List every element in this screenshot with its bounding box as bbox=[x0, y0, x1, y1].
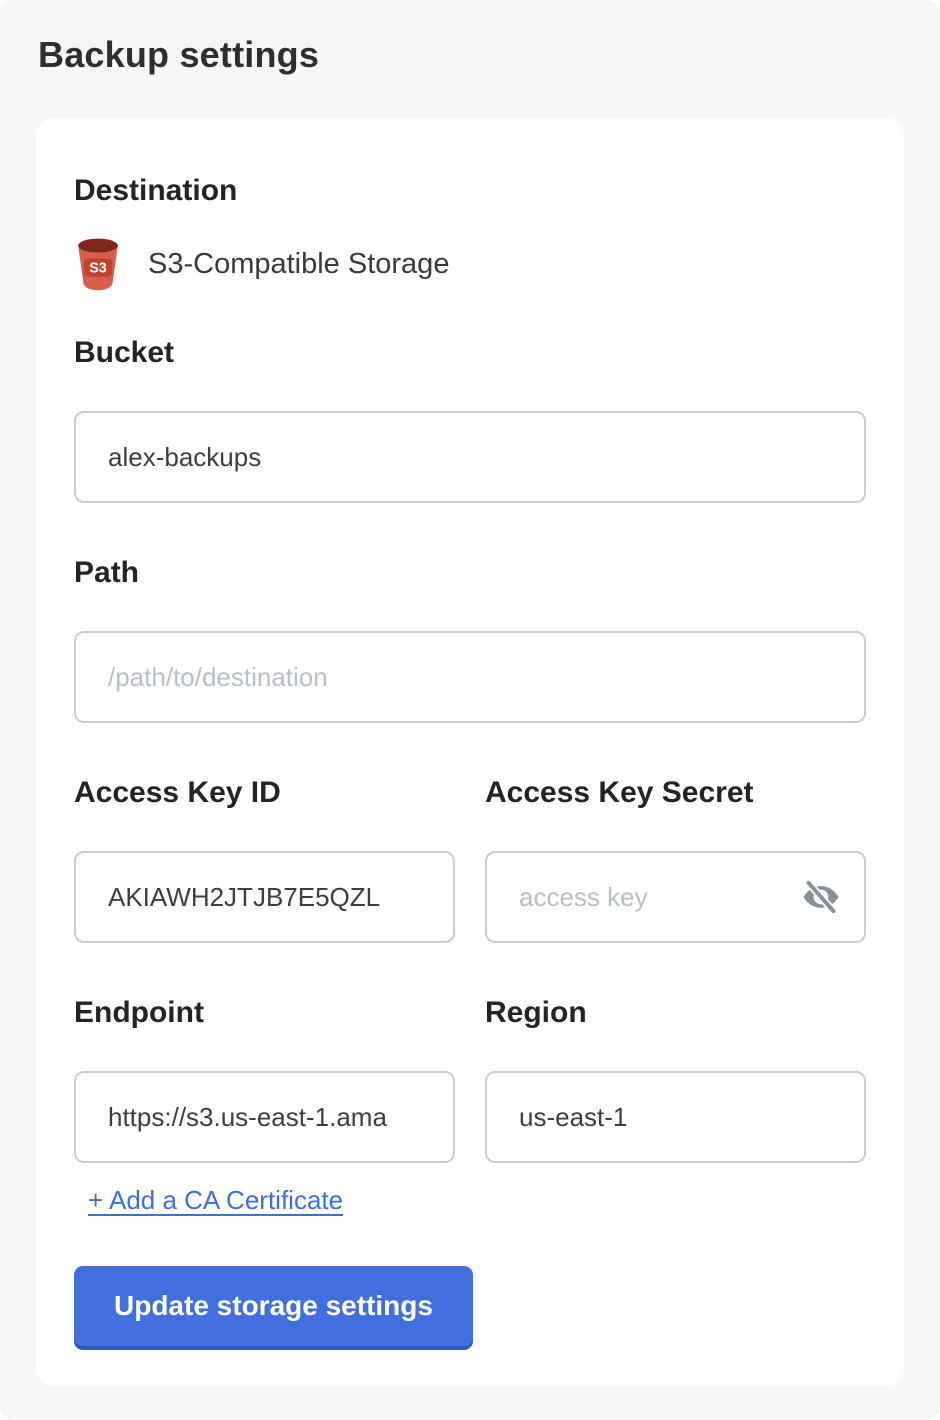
update-storage-settings-button[interactable]: Update storage settings bbox=[74, 1266, 473, 1346]
eye-off-icon[interactable] bbox=[800, 876, 842, 918]
path-group: Path bbox=[74, 555, 866, 723]
path-input[interactable] bbox=[74, 631, 866, 723]
access-key-secret-group: Access Key Secret bbox=[485, 775, 866, 943]
region-input[interactable] bbox=[485, 1071, 866, 1163]
svg-text:S3: S3 bbox=[89, 261, 107, 277]
access-key-secret-wrap bbox=[485, 851, 866, 943]
access-key-id-input[interactable] bbox=[74, 851, 455, 943]
bucket-input[interactable] bbox=[74, 411, 866, 503]
endpoint-group: Endpoint bbox=[74, 995, 455, 1163]
s3-bucket-icon: S3 bbox=[74, 237, 122, 291]
path-label: Path bbox=[74, 555, 866, 591]
access-key-secret-label: Access Key Secret bbox=[485, 775, 866, 811]
add-ca-certificate-link[interactable]: + Add a CA Certificate bbox=[88, 1185, 343, 1216]
endpoint-region-row: Endpoint Region bbox=[74, 995, 866, 1163]
destination-value: S3-Compatible Storage bbox=[148, 248, 449, 281]
access-key-id-group: Access Key ID bbox=[74, 775, 455, 943]
destination-label: Destination bbox=[74, 173, 866, 209]
destination-row: S3 S3-Compatible Storage bbox=[74, 237, 866, 291]
region-label: Region bbox=[485, 995, 866, 1031]
bucket-group: Bucket bbox=[74, 335, 866, 503]
region-group: Region bbox=[485, 995, 866, 1163]
bucket-label: Bucket bbox=[74, 335, 866, 371]
endpoint-input[interactable] bbox=[74, 1071, 455, 1163]
endpoint-label: Endpoint bbox=[74, 995, 455, 1031]
backup-settings-card: Destination S3 S3-Compatible Storage Buc… bbox=[36, 118, 904, 1386]
access-key-row: Access Key ID Access Key Secret bbox=[74, 775, 866, 943]
backup-settings-page: Backup settings Destination S3 S3-Compat… bbox=[0, 0, 940, 1420]
page-title: Backup settings bbox=[0, 0, 940, 76]
access-key-id-label: Access Key ID bbox=[74, 775, 455, 811]
